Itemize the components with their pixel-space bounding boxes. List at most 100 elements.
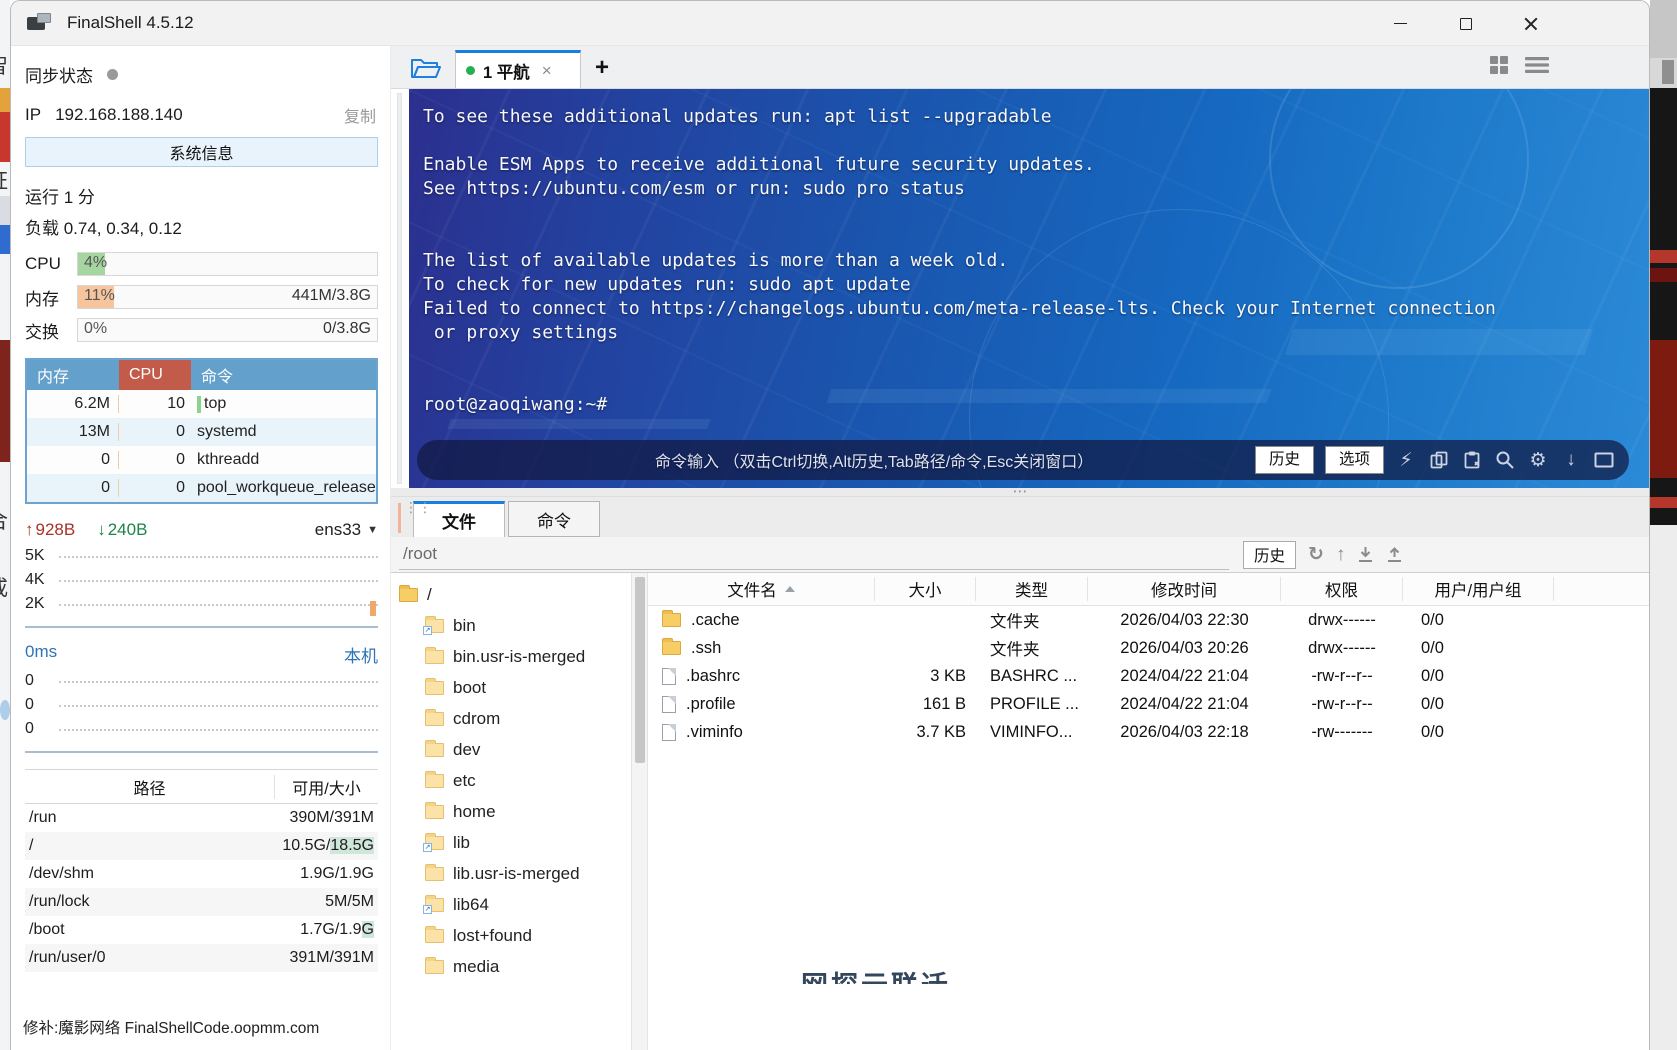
quick-command-icon[interactable]: ⚡ bbox=[1395, 449, 1417, 471]
tree-item-label: lib.usr-is-merged bbox=[453, 863, 580, 883]
interface-selector[interactable]: ens33 ▼ bbox=[315, 520, 378, 540]
window-mode-icon[interactable] bbox=[1593, 449, 1615, 471]
column-header-mtime[interactable]: 修改时间 bbox=[1088, 577, 1281, 601]
disk-path: /run/user/0 bbox=[29, 949, 106, 966]
tree-item-media[interactable]: media bbox=[399, 951, 631, 982]
tree-item-lost+found[interactable]: lost+found bbox=[399, 920, 631, 951]
column-header-filler bbox=[1554, 577, 1649, 601]
file-row[interactable]: .ssh 文件夹 2026/04/03 20:26 drwx------ 0/0 bbox=[648, 634, 1649, 662]
tree-item-dev[interactable]: dev bbox=[399, 734, 631, 765]
tree-scrollbar[interactable] bbox=[631, 573, 648, 1050]
file-table: 文件名 大小 类型 修改时间 权限 用户/用户组 .cache 文件夹 2026/0… bbox=[648, 573, 1649, 1050]
ping-target[interactable]: 本机 bbox=[344, 642, 378, 667]
download-icon[interactable] bbox=[1357, 546, 1374, 563]
file-perm: drwx------ bbox=[1308, 610, 1376, 629]
tree-item-bin.usr-is-merged[interactable]: bin.usr-is-merged bbox=[399, 641, 631, 672]
terminal-line: or proxy settings bbox=[423, 322, 619, 343]
upload-icon[interactable] bbox=[1386, 546, 1403, 563]
column-header-type[interactable]: 类型 bbox=[976, 577, 1088, 601]
file-row[interactable]: .viminfo 3.7 KB VIMINFO... 2026/04/03 22:18… bbox=[648, 718, 1649, 746]
tree-scrollbar-thumb[interactable] bbox=[635, 577, 645, 763]
disk-header-path[interactable]: 路径 bbox=[25, 774, 275, 799]
disk-row[interactable]: /run/user/0 391M/391M bbox=[25, 944, 378, 972]
file-row[interactable]: .profile 161 B PROFILE ... 2024/04/22 21:04… bbox=[648, 690, 1649, 718]
session-tab[interactable]: 1 平航 × bbox=[455, 50, 581, 88]
disk-path: /run/lock bbox=[29, 893, 90, 910]
process-header-cmd[interactable]: 命令 bbox=[191, 363, 376, 387]
ping-header: 0ms 本机 bbox=[25, 642, 378, 667]
file-row[interactable]: .cache 文件夹 2026/04/03 22:30 drwx------ 0/0 bbox=[648, 606, 1649, 634]
tab-commands[interactable]: 命令 bbox=[508, 501, 600, 537]
process-row[interactable]: 13M 0 systemd bbox=[27, 418, 376, 446]
connected-status-dot bbox=[466, 66, 475, 75]
hamburger-menu-icon[interactable] bbox=[1525, 56, 1549, 74]
minimize-button[interactable] bbox=[1378, 8, 1423, 40]
disk-row[interactable]: /run 390M/391M bbox=[25, 804, 378, 832]
search-icon[interactable] bbox=[1494, 449, 1516, 471]
layout-grid-icon[interactable] bbox=[1489, 55, 1509, 75]
parent-directory-icon[interactable]: ↑ bbox=[1336, 544, 1346, 566]
process-row[interactable]: 0 0 pool_workqueue_release bbox=[27, 474, 376, 502]
column-header-perm[interactable]: 权限 bbox=[1281, 577, 1403, 601]
left-strip-gray-block bbox=[0, 196, 10, 225]
file-name-cell: .ssh bbox=[648, 638, 875, 658]
folder-icon bbox=[425, 646, 444, 664]
connection-manager-button[interactable] bbox=[397, 50, 455, 88]
file-path-toolbar: /root 历史 ↻ ↑ bbox=[391, 537, 1649, 573]
file-row[interactable]: .bashrc 3 KB BASHRC ... 2024/04/22 21:04 -rw… bbox=[648, 662, 1649, 690]
process-row[interactable]: 6.2M 10 top bbox=[27, 390, 376, 418]
tree-item-etc[interactable]: etc bbox=[399, 765, 631, 796]
disk-path: /run bbox=[29, 809, 57, 826]
panel-drag-handle[interactable]: ⋮⋮ bbox=[395, 500, 432, 537]
tab-close-icon[interactable]: × bbox=[542, 61, 552, 81]
command-input-hint[interactable]: 命令输入 （双击Ctrl切换,Alt历史,Tab路径/命令,Esc关闭窗口） bbox=[655, 440, 1093, 480]
download-rate: ↓ 240B bbox=[97, 520, 148, 539]
scroll-down-icon[interactable]: ↓ bbox=[1560, 449, 1582, 471]
right-strip-dark-block bbox=[1662, 60, 1674, 84]
disk-row[interactable]: /run/lock 5M/5M bbox=[25, 888, 378, 916]
tree-item-lib64[interactable]: ↗ lib64 bbox=[399, 889, 631, 920]
tree-item-lib[interactable]: ↗ lib bbox=[399, 827, 631, 858]
history-button[interactable]: 历史 bbox=[1254, 446, 1314, 474]
column-header-owner[interactable]: 用户/用户组 bbox=[1403, 577, 1554, 601]
tree-root[interactable]: / bbox=[399, 579, 631, 610]
horizontal-splitter[interactable]: ⋯ bbox=[391, 484, 1649, 499]
graph-tick-label: 5K bbox=[25, 547, 45, 564]
refresh-icon[interactable]: ↻ bbox=[1308, 543, 1324, 566]
close-button[interactable] bbox=[1508, 8, 1553, 40]
graph-tick-label: 4K bbox=[25, 571, 45, 588]
terminal[interactable]: To see these additional updates run: apt… bbox=[409, 89, 1649, 488]
tree-item-boot[interactable]: boot bbox=[399, 672, 631, 703]
process-header-cpu[interactable]: CPU bbox=[119, 360, 191, 390]
disk-row[interactable]: /boot 1.7G/1.9G bbox=[25, 916, 378, 944]
disk-row[interactable]: /dev/shm 1.9G/1.9G bbox=[25, 860, 378, 888]
path-input[interactable]: /root bbox=[399, 540, 1229, 570]
tree-item-cdrom[interactable]: cdrom bbox=[399, 703, 631, 734]
paste-icon[interactable] bbox=[1461, 449, 1483, 471]
disk-row[interactable]: / 10.5G/18.5G bbox=[25, 832, 378, 860]
mem-detail: 441M/3.8G bbox=[291, 287, 371, 304]
tree-item-bin[interactable]: ↗ bin bbox=[399, 610, 631, 641]
column-header-name[interactable]: 文件名 bbox=[648, 577, 875, 601]
column-header-size[interactable]: 大小 bbox=[875, 577, 976, 601]
disk-table-header: 路径 可用/大小 bbox=[25, 770, 378, 804]
copy-ip-button[interactable]: 复制 bbox=[344, 103, 376, 127]
copy-icon[interactable] bbox=[1428, 449, 1450, 471]
tree-item-home[interactable]: home bbox=[399, 796, 631, 827]
maximize-button[interactable] bbox=[1443, 8, 1488, 40]
system-info-button[interactable]: 系统信息 bbox=[25, 137, 378, 167]
tree-item-lib.usr-is-merged[interactable]: lib.usr-is-merged bbox=[399, 858, 631, 889]
folder-icon bbox=[662, 638, 681, 655]
disk-header-avail[interactable]: 可用/大小 bbox=[275, 775, 378, 799]
file-history-button[interactable]: 历史 bbox=[1243, 540, 1297, 569]
terminal-scrollbar[interactable] bbox=[397, 93, 402, 484]
process-header-mem[interactable]: 内存 bbox=[27, 363, 119, 387]
file-mtime: 2024/04/22 21:04 bbox=[1120, 666, 1249, 685]
gear-icon[interactable]: ⚙ bbox=[1527, 449, 1549, 471]
options-button[interactable]: 选项 bbox=[1324, 446, 1384, 474]
command-input-bar[interactable]: 命令输入 （双击Ctrl切换,Alt历史,Tab路径/命令,Esc关闭窗口） 历… bbox=[417, 440, 1629, 480]
sidebar-footer-text: 修补:魔影网络 FinalShellCode.oopmm.com bbox=[23, 1020, 320, 1037]
new-tab-button[interactable]: + bbox=[595, 54, 609, 88]
process-row[interactable]: 0 0 kthreadd bbox=[27, 446, 376, 474]
